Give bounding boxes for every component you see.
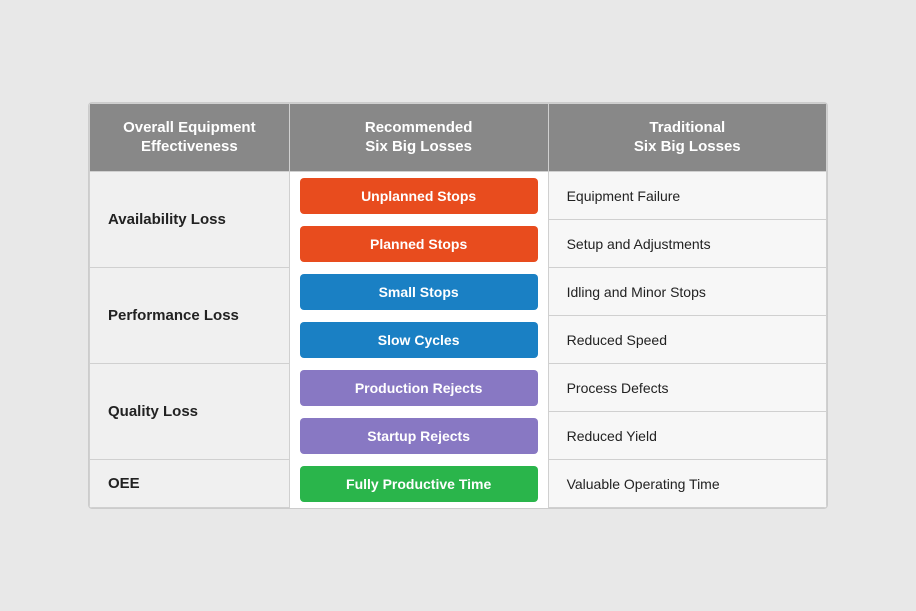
header-col1: Overall Equipment Effectiveness <box>90 103 290 171</box>
table-row: Quality LossProduction RejectsProcess De… <box>90 364 827 412</box>
oee-table-container: Overall Equipment Effectiveness Recommen… <box>88 102 828 510</box>
category-2: Quality Loss <box>90 364 290 460</box>
traditional-2-0: Process Defects <box>548 364 826 412</box>
label-cell-2-0: Production Rejects <box>289 364 548 412</box>
traditional-1-1: Reduced Speed <box>548 316 826 364</box>
label-badge-2-0: Production Rejects <box>300 370 538 406</box>
table-row: OEE Fully Productive Time Valuable Operati… <box>90 460 827 508</box>
traditional-3-0: Valuable Operating Time <box>548 460 826 508</box>
label-badge-1-1: Slow Cycles <box>300 322 538 358</box>
header-col3: Traditional Six Big Losses <box>548 103 826 171</box>
label-cell-2-1: Startup Rejects <box>289 412 548 460</box>
label-cell-0-1: Planned Stops <box>289 220 548 268</box>
table-row: Availability LossUnplanned StopsEquipmen… <box>90 171 827 220</box>
category-0: Availability Loss <box>90 171 290 268</box>
label-cell-1-0: Small Stops <box>289 268 548 316</box>
traditional-1-0: Idling and Minor Stops <box>548 268 826 316</box>
label-badge-3-0: Fully Productive Time <box>300 466 538 502</box>
label-cell-1-1: Slow Cycles <box>289 316 548 364</box>
label-badge-0-0: Unplanned Stops <box>300 178 538 214</box>
traditional-0-0: Equipment Failure <box>548 171 826 220</box>
category-1: Performance Loss <box>90 268 290 364</box>
header-col2: Recommended Six Big Losses <box>289 103 548 171</box>
label-badge-0-1: Planned Stops <box>300 226 538 262</box>
label-badge-1-0: Small Stops <box>300 274 538 310</box>
category-3: OEE <box>90 460 290 508</box>
label-badge-2-1: Startup Rejects <box>300 418 538 454</box>
label-cell-0-0: Unplanned Stops <box>289 171 548 220</box>
table-row: Performance LossSmall StopsIdling and Mi… <box>90 268 827 316</box>
traditional-2-1: Reduced Yield <box>548 412 826 460</box>
traditional-0-1: Setup and Adjustments <box>548 220 826 268</box>
oee-table: Overall Equipment Effectiveness Recommen… <box>89 103 827 509</box>
label-cell-3-0: Fully Productive Time <box>289 460 548 508</box>
